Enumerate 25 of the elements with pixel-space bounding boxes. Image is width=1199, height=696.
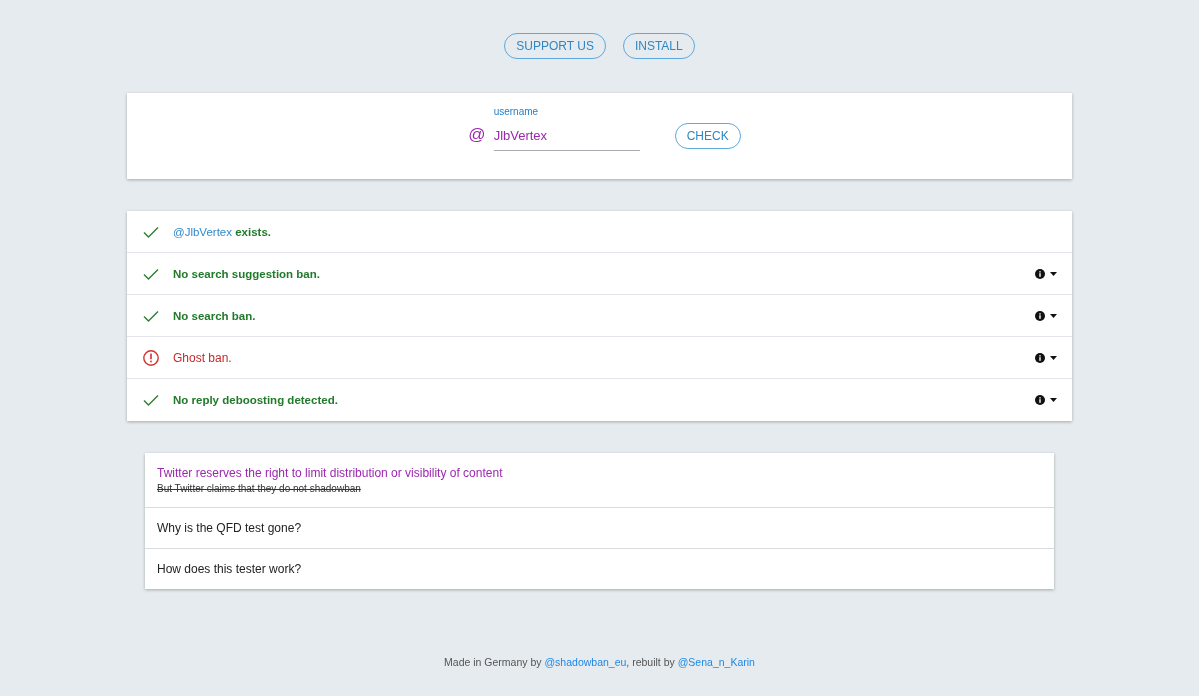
info-icon[interactable] bbox=[1035, 352, 1045, 363]
faq-question[interactable]: Why is the QFD test gone? bbox=[157, 521, 302, 535]
faq-note: But Twitter claims that they do not shadowban bbox=[157, 483, 361, 494]
field-label: username bbox=[493, 105, 539, 118]
info-icon[interactable] bbox=[1035, 395, 1045, 405]
at-sign-icon: @ bbox=[468, 125, 486, 143]
warning-icon bbox=[143, 349, 159, 366]
caret-icon[interactable] bbox=[1050, 271, 1057, 276]
result-text: No reply deboosting detected. bbox=[173, 394, 338, 406]
author-link[interactable]: @Sena_n_Karin bbox=[677, 656, 755, 668]
check-icon bbox=[143, 392, 159, 408]
info-icon[interactable] bbox=[1035, 310, 1045, 321]
footer-credit: Made in Germany by @shadowban_eu, rebuilt by @Sena_n_Karin bbox=[444, 656, 755, 668]
result-text: @JlbVertex exists. bbox=[173, 225, 271, 238]
faq-question[interactable]: Twitter reserves the right to limit distribution or visibility of content bbox=[157, 466, 503, 480]
result-text: No search suggestion ban. bbox=[173, 267, 320, 280]
caret-icon[interactable] bbox=[1050, 398, 1057, 402]
faq-question[interactable]: How does this tester work? bbox=[157, 562, 302, 576]
result-text: No search ban. bbox=[173, 309, 256, 322]
username-link[interactable]: @JlbVertex bbox=[173, 225, 232, 238]
caret-icon[interactable] bbox=[1050, 355, 1057, 360]
info-icon[interactable] bbox=[1035, 268, 1045, 279]
result-text: Ghost ban. bbox=[173, 350, 232, 365]
caret-icon[interactable] bbox=[1050, 313, 1057, 318]
username-field[interactable]: JlbVertex bbox=[493, 123, 640, 151]
